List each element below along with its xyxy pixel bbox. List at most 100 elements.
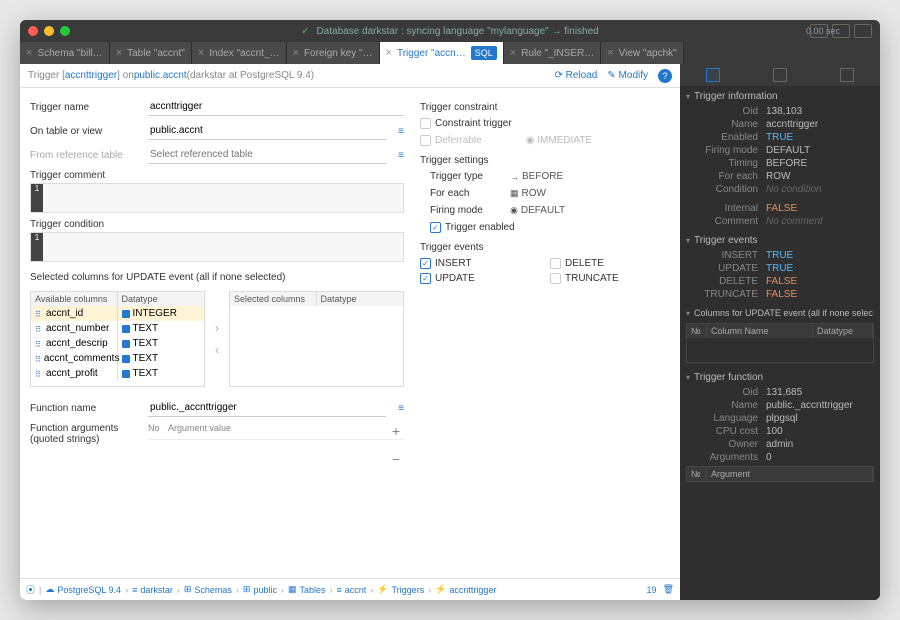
traffic-lights: [28, 26, 70, 36]
fn-name-input[interactable]: [148, 399, 386, 417]
deferrable-checkbox: [420, 135, 431, 146]
row-count: 19: [647, 585, 657, 595]
crumb[interactable]: ▦ Tables: [288, 584, 326, 595]
body: Trigger [ accnttrigger ] on public.accnt…: [20, 64, 880, 600]
trigger-events-header[interactable]: Trigger events: [680, 232, 880, 249]
sql-badge[interactable]: SQL: [471, 46, 497, 60]
tab-trigger[interactable]: ×Trigger "accn…SQL: [380, 42, 504, 64]
gear-tab-icon[interactable]: [840, 68, 854, 82]
crumb[interactable]: ⚡ accnttrigger: [435, 584, 496, 595]
condition-label: Trigger condition: [30, 219, 140, 230]
dropdown-icon[interactable]: ≡: [398, 150, 404, 161]
close-icon[interactable]: ×: [386, 47, 392, 59]
fn-args-label: Function arguments (quoted strings): [30, 423, 140, 445]
crumb[interactable]: ⊞ public: [243, 584, 277, 595]
update-checkbox[interactable]: ✓: [420, 273, 431, 284]
trigger-fn-header[interactable]: Trigger function: [680, 369, 880, 386]
move-left-button[interactable]: ‹: [209, 343, 225, 357]
close-icon[interactable]: ×: [198, 47, 204, 59]
inspector-sidebar: Trigger information Oid138,103Nameaccntt…: [680, 64, 880, 600]
crumb[interactable]: ☁ PostgreSQL 9.4: [45, 584, 121, 595]
comment-label: Trigger comment: [30, 170, 140, 181]
column-icon: [35, 355, 41, 363]
side-args-table: №Argument: [686, 466, 874, 482]
column-row[interactable]: accnt_idINTEGER: [31, 306, 204, 321]
close-icon[interactable]: ×: [510, 47, 516, 59]
on-table-input[interactable]: [148, 122, 386, 140]
type-icon: [122, 355, 130, 363]
check-icon: ✓: [301, 26, 309, 37]
close-icon[interactable]: ×: [116, 47, 122, 59]
radio-icon: ◉: [510, 205, 518, 216]
tab-index[interactable]: ×Index "accnt_…: [192, 42, 287, 64]
constraint-checkbox[interactable]: [420, 118, 431, 129]
update-cols-header: Columns for UPDATE event (all if none se…: [680, 305, 880, 321]
table-link[interactable]: public.accnt: [134, 70, 187, 81]
trigger-info-header[interactable]: Trigger information: [680, 88, 880, 105]
layout-icon-3[interactable]: [854, 24, 872, 38]
close-icon[interactable]: ×: [26, 47, 32, 59]
delete-checkbox[interactable]: [550, 258, 561, 269]
title-status: ✓ Database darkstar : syncing language "…: [301, 26, 598, 37]
power-icon[interactable]: ⦿: [26, 583, 35, 596]
reload-button[interactable]: ⟳ Reload: [555, 70, 598, 81]
tabstrip: ×Schema "bill… ×Table "accnt" ×Index "ac…: [20, 42, 880, 64]
selected-cols-label: Selected columns for UPDATE event (all i…: [30, 272, 404, 283]
truncate-checkbox[interactable]: [550, 273, 561, 284]
tab-rule[interactable]: ×Rule "_INSER…: [504, 42, 601, 64]
close-icon[interactable]: ×: [607, 47, 613, 59]
comment-textarea[interactable]: 1: [30, 183, 404, 213]
remove-arg-button[interactable]: −: [148, 451, 404, 467]
trigger-link[interactable]: accnttrigger: [65, 70, 117, 81]
settings-header: Trigger settings: [420, 155, 670, 166]
crumb[interactable]: ≡ accnt: [337, 585, 367, 595]
app-window: ✓ Database darkstar : syncing language "…: [20, 20, 880, 600]
insert-checkbox[interactable]: ✓: [420, 258, 431, 269]
move-right-button[interactable]: ›: [209, 321, 225, 335]
info-tab-icon[interactable]: [706, 68, 720, 82]
form-area: Trigger name On table or view ≡ From ref…: [20, 88, 680, 578]
crumb[interactable]: ≡ darkstar: [132, 585, 173, 595]
args-val-header: Argument value: [168, 423, 231, 439]
constraint-header: Trigger constraint: [420, 102, 670, 113]
tab-fkey[interactable]: ×Foreign key "…: [287, 42, 380, 64]
form-right: Trigger constraint Constraint trigger De…: [420, 98, 670, 568]
on-table-label: On table or view: [30, 126, 140, 137]
dropdown-icon[interactable]: ≡: [398, 403, 404, 414]
type-icon: [122, 340, 130, 348]
immediate-radio: ◉ IMMEDIATE: [526, 135, 592, 146]
events-header: Trigger events: [420, 242, 670, 253]
dropdown-icon[interactable]: ≡: [398, 126, 404, 137]
arrow-icon: →: [510, 172, 519, 182]
crumb[interactable]: ⊞ Schemas: [184, 584, 232, 595]
from-ref-label: From reference table: [30, 150, 140, 161]
column-row[interactable]: accnt_profitTEXT: [31, 366, 204, 381]
trash-icon[interactable]: 🗑: [663, 584, 674, 595]
help-icon[interactable]: ?: [658, 69, 672, 83]
column-row[interactable]: accnt_numberTEXT: [31, 321, 204, 336]
add-arg-button[interactable]: +: [388, 423, 404, 439]
column-icon: [35, 340, 43, 348]
column-row[interactable]: accnt_descripTEXT: [31, 336, 204, 351]
from-ref-input[interactable]: [148, 146, 386, 164]
sql-tab-icon[interactable]: [773, 68, 787, 82]
condition-textarea[interactable]: 1: [30, 232, 404, 262]
minimize-window-icon[interactable]: [44, 26, 54, 36]
tab-schema[interactable]: ×Schema "bill…: [20, 42, 110, 64]
trigger-name-input[interactable]: [148, 98, 404, 116]
type-icon: [122, 325, 130, 333]
available-columns-table: Available columnsDatatype accnt_idINTEGE…: [30, 291, 205, 387]
tab-view[interactable]: ×View "apchk": [601, 42, 684, 64]
column-row[interactable]: accnt_commentsTEXT: [31, 351, 204, 366]
close-window-icon[interactable]: [28, 26, 38, 36]
enabled-checkbox[interactable]: ✓: [430, 222, 441, 233]
object-header: Trigger [ accnttrigger ] on public.accnt…: [20, 64, 680, 88]
side-cols-table: №Column NameDatatype: [686, 323, 874, 363]
form-left: Trigger name On table or view ≡ From ref…: [30, 98, 404, 568]
close-icon[interactable]: ×: [293, 47, 299, 59]
titlebar: ✓ Database darkstar : syncing language "…: [20, 20, 880, 42]
crumb[interactable]: ⚡ Triggers: [377, 584, 424, 595]
tab-table[interactable]: ×Table "accnt": [110, 42, 192, 64]
modify-button[interactable]: ✎ Modify: [607, 70, 648, 81]
zoom-window-icon[interactable]: [60, 26, 70, 36]
